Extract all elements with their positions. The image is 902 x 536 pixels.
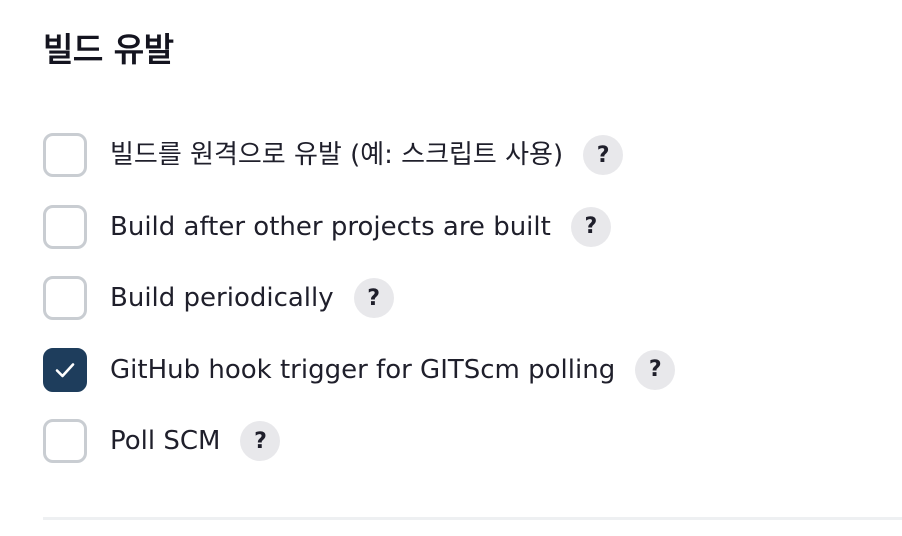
checkbox-build-after-other-projects[interactable] xyxy=(43,204,87,249)
option-label: GitHub hook trigger for GITScm polling xyxy=(110,354,616,385)
option-poll-scm: Poll SCM ? xyxy=(43,416,893,466)
option-label: 빌드를 원격으로 유발 (예: 스크립트 사용) xyxy=(110,140,564,170)
help-button[interactable]: ? xyxy=(353,278,394,318)
checkbox-build-periodically[interactable] xyxy=(43,276,87,320)
option-github-hook-trigger: GitHub hook trigger for GITScm polling ? xyxy=(43,345,893,395)
section-divider xyxy=(43,517,902,520)
option-build-after-other-projects: Build after other projects are built ? xyxy=(43,202,893,252)
help-button[interactable]: ? xyxy=(240,421,281,461)
checkbox-poll-scm[interactable] xyxy=(43,419,87,463)
option-label: Build periodically xyxy=(110,283,334,313)
help-button[interactable]: ? xyxy=(635,349,676,390)
option-label: Build after other projects are built xyxy=(110,211,551,242)
build-trigger-options: 빌드를 원격으로 유발 (예: 스크립트 사용) ? Build after o… xyxy=(43,130,893,488)
help-button[interactable]: ? xyxy=(583,135,624,175)
checkbox-github-hook-trigger[interactable] xyxy=(43,347,87,392)
check-icon xyxy=(55,362,75,377)
checkbox-trigger-remotely[interactable] xyxy=(43,133,87,177)
option-label: Poll SCM xyxy=(110,426,221,456)
section-title: 빌드 유발 xyxy=(43,30,174,69)
help-button[interactable]: ? xyxy=(570,206,611,247)
option-trigger-remotely: 빌드를 원격으로 유발 (예: 스크립트 사용) ? xyxy=(43,130,893,180)
option-build-periodically: Build periodically ? xyxy=(43,273,893,323)
